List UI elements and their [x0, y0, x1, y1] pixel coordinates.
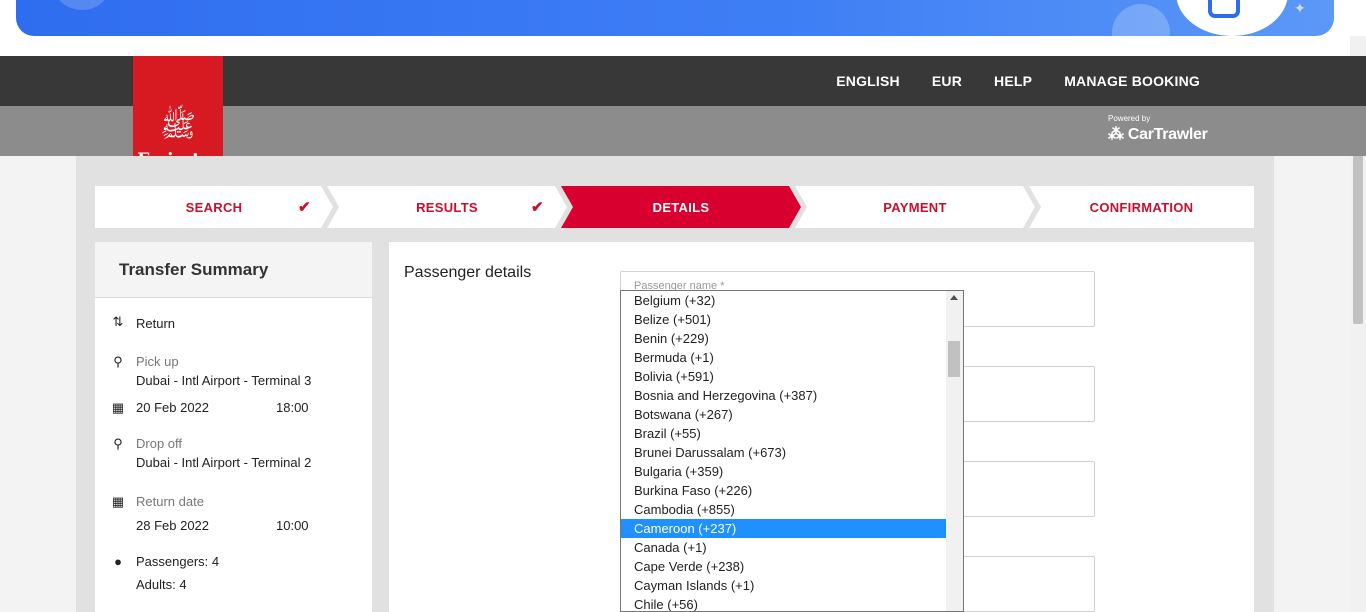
return-date: 28 Feb 2022 — [136, 518, 210, 533]
dropdown-option[interactable]: Chile (+56) — [621, 595, 946, 611]
dropdown-option[interactable]: Benin (+229) — [621, 329, 946, 348]
dropdown-option[interactable]: Bosnia and Herzegovina (+387) — [621, 386, 946, 405]
booking-stepper: SEARCH ✔ RESULTS ✔ DETAILS PAYMENT CONFI… — [95, 186, 1254, 228]
step-results[interactable]: RESULTS ✔ — [327, 186, 567, 228]
nav-language[interactable]: ENGLISH — [836, 73, 900, 89]
step-search[interactable]: SEARCH ✔ — [95, 186, 333, 228]
pickup-time: 18:00 — [276, 400, 309, 415]
step-details[interactable]: DETAILS — [561, 186, 801, 228]
transfer-summary: Transfer Summary ⇅ Return ⚲ Pick up Duba… — [95, 242, 372, 612]
nav-help[interactable]: HELP — [994, 73, 1032, 89]
adults-count: Adults: 4 — [136, 577, 187, 592]
step-payment[interactable]: PAYMENT — [795, 186, 1035, 228]
dropdown-option[interactable]: Canada (+1) — [621, 538, 946, 557]
promo-banner[interactable]: ✦ — [16, 0, 1334, 36]
nav-links: ENGLISH EUR HELP MANAGE BOOKING — [836, 56, 1200, 106]
right-gutter — [1274, 156, 1350, 612]
dropdown-option[interactable]: Bolivia (+591) — [621, 367, 946, 386]
calendar-icon: ▦ — [111, 494, 125, 509]
emirates-calligraphy-icon: ﷺ — [159, 109, 197, 144]
location-pin-icon: ⚲ — [113, 436, 123, 451]
app-icon — [1208, 0, 1240, 18]
person-icon: ● — [114, 554, 122, 569]
dropdown-option[interactable]: Burkina Faso (+226) — [621, 481, 946, 500]
dropdown-option[interactable]: Cambodia (+855) — [621, 500, 946, 519]
dropoff-label: Drop off — [136, 436, 183, 451]
return-time: 10:00 — [276, 518, 309, 533]
step-confirmation[interactable]: CONFIRMATION — [1029, 186, 1254, 228]
powered-by-cartrawler: Powered by ⁂ CarTrawler — [1108, 114, 1208, 144]
passengers-count: Passengers: 4 — [136, 554, 220, 569]
summary-title: Transfer Summary — [95, 242, 372, 298]
dropdown-option[interactable]: Bermuda (+1) — [621, 348, 946, 367]
sparkle-icon: ✦ — [1294, 0, 1306, 16]
dropdown-option[interactable]: Bulgaria (+359) — [621, 462, 946, 481]
country-code-dropdown[interactable]: Belgium (+32) Belize (+501) Benin (+229)… — [620, 290, 964, 612]
calendar-icon: ▦ — [111, 400, 125, 415]
check-icon: ✔ — [298, 199, 311, 216]
scroll-up-arrow-icon[interactable] — [950, 295, 958, 300]
check-icon: ✔ — [531, 199, 544, 216]
dropoff-location: Dubai - Intl Airport - Terminal 2 — [136, 455, 312, 470]
pickup-date: 20 Feb 2022 — [136, 400, 210, 415]
location-pin-icon: ⚲ — [113, 354, 123, 369]
decor-bubble — [56, 0, 108, 10]
powered-by-label: Powered by — [1108, 114, 1151, 123]
dropdown-option[interactable]: Belgium (+32) — [621, 291, 946, 310]
nav-manage-booking[interactable]: MANAGE BOOKING — [1064, 73, 1200, 89]
step-results-label: RESULTS — [416, 199, 478, 215]
dropdown-option-selected[interactable]: Cameroon (+237) — [621, 519, 946, 538]
step-details-label: DETAILS — [652, 199, 710, 215]
decor-bubble — [1112, 4, 1170, 36]
cartrawler-logo: ⁂ CarTrawler — [1108, 126, 1208, 143]
dropdown-option[interactable]: Brunei Darussalam (+673) — [621, 443, 946, 462]
step-confirmation-label: CONFIRMATION — [1089, 199, 1194, 215]
left-gutter — [0, 156, 76, 612]
trip-type: Return — [136, 316, 176, 331]
return-label: Return date — [136, 494, 204, 509]
pickup-location: Dubai - Intl Airport - Terminal 3 — [136, 373, 312, 388]
dropdown-option[interactable]: Botswana (+267) — [621, 405, 946, 424]
dropdown-option[interactable]: Cayman Islands (+1) — [621, 576, 946, 595]
dropdown-scrollbar[interactable] — [946, 291, 963, 611]
step-search-label: SEARCH — [185, 199, 243, 215]
dropdown-option[interactable]: Brazil (+55) — [621, 424, 946, 443]
pickup-label: Pick up — [136, 354, 179, 369]
partner-name: CarTrawler — [1127, 126, 1208, 143]
page: ✦ ENGLISH EUR HELP MANAGE BOOKING Powere… — [0, 0, 1366, 612]
transfer-arrows-icon: ⇅ — [112, 314, 124, 329]
step-payment-label: PAYMENT — [883, 199, 947, 215]
dropdown-option[interactable]: Belize (+501) — [621, 310, 946, 329]
dropdown-scrollbar-thumb[interactable] — [948, 341, 960, 377]
nav-currency[interactable]: EUR — [932, 73, 962, 89]
dropdown-option[interactable]: Cape Verde (+238) — [621, 557, 946, 576]
passenger-details-title: Passenger details — [404, 264, 532, 281]
